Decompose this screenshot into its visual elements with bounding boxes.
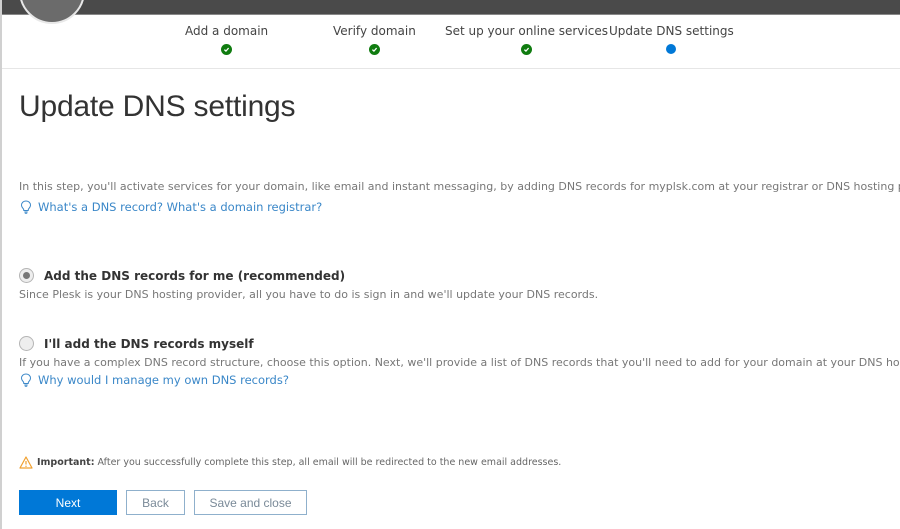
back-button[interactable]: Back [126, 490, 185, 515]
option-description: If you have a complex DNS record structu… [19, 356, 900, 369]
step-label: Add a domain [185, 24, 269, 38]
important-notice: Important: After you successfully comple… [19, 456, 561, 469]
current-step-dot-icon [666, 44, 677, 54]
save-and-close-button[interactable]: Save and close [194, 490, 307, 515]
next-button[interactable]: Next [19, 490, 117, 515]
option-add-for-me[interactable]: Add the DNS records for me (recommended)… [19, 268, 598, 301]
help-link-text[interactable]: Why would I manage my own DNS records? [38, 373, 289, 387]
step-label: Set up your online services [445, 24, 609, 38]
step-add-domain: Add a domain [185, 24, 268, 55]
radio-add-for-me[interactable] [19, 268, 34, 283]
step-update-dns: Update DNS settings [609, 24, 734, 54]
page-title: Update DNS settings [19, 90, 296, 123]
notice-text: After you successfully complete this ste… [97, 457, 562, 468]
radio-add-myself[interactable] [19, 336, 34, 351]
help-link-text[interactable]: What's a DNS record? What's a domain reg… [38, 200, 322, 214]
check-circle-icon [221, 44, 233, 55]
lightbulb-icon [20, 373, 32, 387]
dns-help-link[interactable]: What's a DNS record? What's a domain reg… [20, 200, 322, 214]
manage-own-dns-help-link[interactable]: Why would I manage my own DNS records? [20, 373, 289, 387]
option-description: Since Plesk is your DNS hosting provider… [19, 288, 599, 301]
wizard-frame: Add a domain Verify domain Set up your o… [0, 0, 900, 529]
warning-icon [19, 456, 33, 469]
check-circle-icon [368, 44, 380, 55]
step-verify-domain: Verify domain [333, 24, 416, 55]
intro-text: In this step, you'll activate services f… [19, 180, 900, 193]
step-label: Verify domain [333, 24, 416, 38]
top-bar [2, 0, 900, 15]
step-online-services: Set up your online services [445, 24, 608, 55]
option-label[interactable]: Add the DNS records for me (recommended) [44, 269, 345, 283]
option-add-myself[interactable]: I'll add the DNS records myself If you h… [19, 336, 900, 369]
lightbulb-icon [20, 200, 32, 214]
check-circle-icon [521, 44, 532, 55]
option-label[interactable]: I'll add the DNS records myself [44, 337, 254, 351]
notice-label: Important: [37, 457, 95, 468]
wizard-stepper: Add a domain Verify domain Set up your o… [2, 15, 900, 69]
step-label: Update DNS settings [609, 24, 734, 38]
